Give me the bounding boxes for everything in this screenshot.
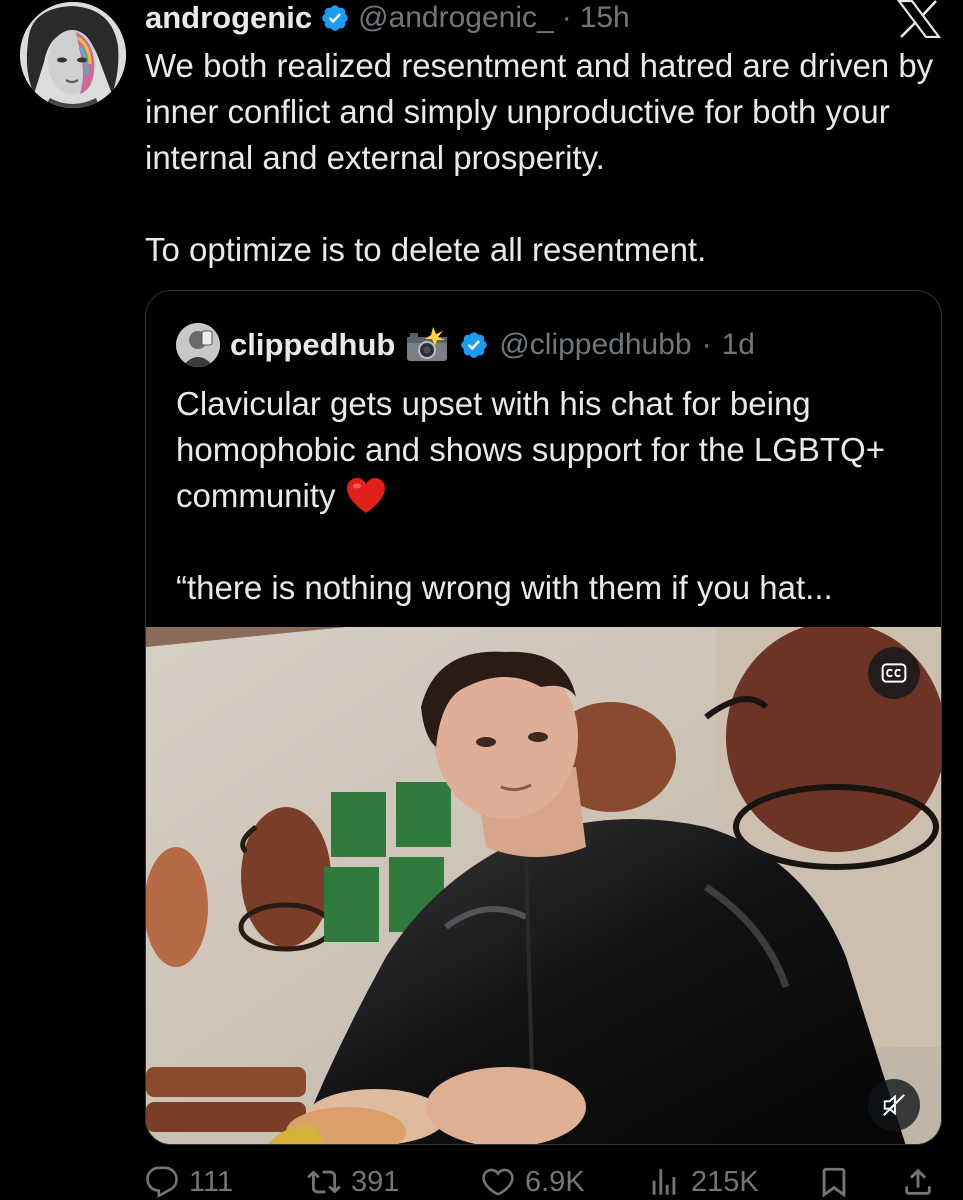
reply-icon: [146, 1166, 178, 1198]
tweet-header: androgenic @androgenic_ · 15h: [145, 0, 630, 36]
quoted-separator-dot: ·: [701, 328, 712, 361]
tweet-page: androgenic @androgenic_ · 15h We both re…: [0, 0, 963, 1200]
quoted-tweet-time[interactable]: 1d: [722, 328, 755, 362]
share-icon: [905, 1168, 931, 1195]
cc-icon: [881, 663, 907, 683]
tweet-action-bar: 111 391 6.9K 215K: [145, 1162, 945, 1200]
quoted-author-avatar[interactable]: [176, 323, 220, 367]
tweet-paragraph-2: To optimize is to delete all resentment.: [145, 231, 707, 268]
captions-button[interactable]: [868, 647, 920, 699]
quoted-paragraph-1: Clavicular gets upset with his chat for …: [176, 381, 916, 519]
author-handle[interactable]: @androgenic_: [358, 1, 554, 35]
mute-button[interactable]: [868, 1079, 920, 1131]
repost-count: 391: [351, 1165, 400, 1198]
tweet-body: We both realized resentment and hatred a…: [145, 43, 935, 273]
views-count: 215K: [691, 1165, 759, 1198]
red-heart-icon: [346, 477, 386, 515]
quoted-tweet-card[interactable]: clippedhub @clippedhubb · 1d Clavicular …: [145, 290, 942, 1145]
views-button[interactable]: 215K: [647, 1162, 759, 1200]
repost-button[interactable]: 391: [307, 1162, 399, 1200]
reply-button[interactable]: 111: [145, 1162, 233, 1200]
views-icon: [652, 1169, 676, 1195]
like-button[interactable]: 6.9K: [481, 1162, 585, 1200]
bookmark-icon: [822, 1167, 846, 1198]
quoted-verified-badge-icon: [459, 330, 489, 360]
like-icon: [482, 1168, 514, 1196]
quoted-tweet-body: Clavicular gets upset with his chat for …: [176, 381, 916, 611]
quoted-paragraph-2: “there is nothing wrong with them if you…: [176, 569, 833, 606]
video-frame: [146, 627, 941, 1144]
quoted-author-handle[interactable]: @clippedhubb: [499, 328, 691, 362]
author-name[interactable]: androgenic: [145, 0, 312, 36]
quoted-tweet-header: clippedhub @clippedhubb · 1d: [176, 323, 755, 367]
tweet-paragraph-1: We both realized resentment and hatred a…: [145, 47, 934, 176]
camera-flash-icon: [405, 327, 449, 363]
muted-speaker-icon: [883, 1094, 905, 1116]
tweet-time[interactable]: 15h: [580, 1, 630, 35]
reply-count: 111: [189, 1165, 234, 1198]
quoted-author-name[interactable]: clippedhub: [230, 327, 395, 363]
like-count: 6.9K: [525, 1165, 585, 1198]
bookmark-button[interactable]: [817, 1162, 851, 1200]
quoted-paragraph-1-text: Clavicular gets upset with his chat for …: [176, 385, 885, 514]
verified-badge-icon: [320, 3, 350, 33]
share-button[interactable]: [901, 1162, 935, 1200]
x-logo-icon: [896, 0, 942, 39]
author-avatar[interactable]: [20, 2, 126, 108]
avatar-illustration: [20, 2, 126, 108]
video-player[interactable]: [146, 627, 941, 1144]
repost-icon: [307, 1170, 341, 1194]
separator-dot: ·: [561, 1, 572, 34]
